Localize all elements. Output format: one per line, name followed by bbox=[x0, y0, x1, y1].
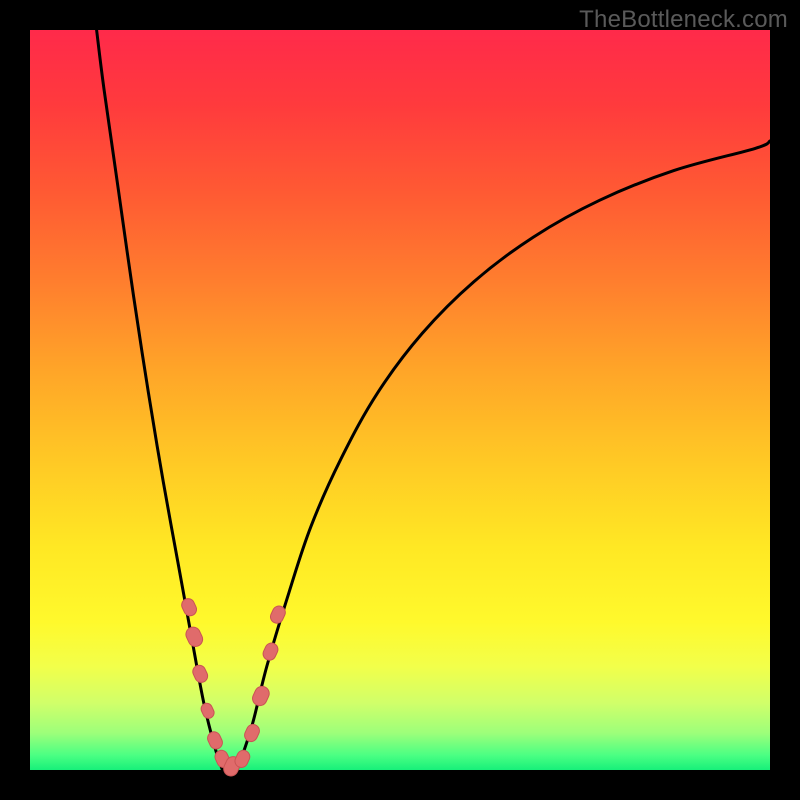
right-branch-curve bbox=[237, 141, 770, 770]
marker bbox=[180, 597, 199, 618]
marker bbox=[242, 722, 261, 743]
plot-area bbox=[30, 30, 770, 770]
marker bbox=[261, 641, 280, 662]
data-markers bbox=[180, 597, 288, 779]
chart-frame: TheBottleneck.com bbox=[0, 0, 800, 800]
marker bbox=[199, 701, 216, 720]
marker bbox=[205, 730, 224, 751]
marker bbox=[191, 663, 210, 684]
marker bbox=[184, 625, 205, 649]
marker bbox=[250, 684, 271, 708]
curve-layer bbox=[30, 30, 770, 770]
left-branch-curve bbox=[97, 30, 223, 770]
watermark-text: TheBottleneck.com bbox=[579, 6, 788, 34]
